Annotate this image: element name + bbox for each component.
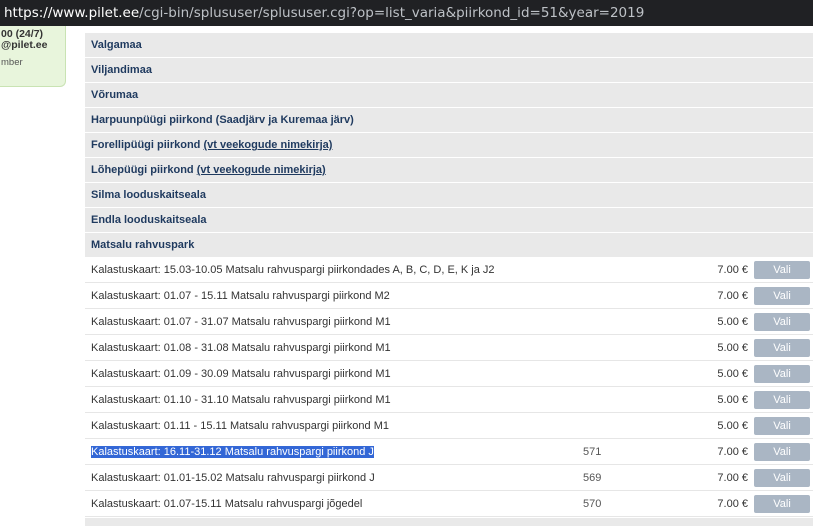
category-label: Viljandimaa <box>91 64 152 76</box>
category-silma[interactable]: Silma looduskaitseala <box>85 183 813 207</box>
permit-price: 5.00 € <box>717 420 748 432</box>
category-label: Lõhepüügi piirkond <box>91 164 197 176</box>
permit-name: Kalastuskaart: 01.08 - 31.08 Matsalu rah… <box>91 342 391 354</box>
contact-email: @pilet.ee <box>1 39 48 51</box>
select-button[interactable]: Vali <box>754 495 810 513</box>
category-endla[interactable]: Endla looduskaitseala <box>85 208 813 232</box>
category-label: Harpuunpüügi piirkond (Saadjärv ja Kurem… <box>91 114 354 126</box>
permit-price: 7.00 € <box>717 472 748 484</box>
select-button[interactable]: Vali <box>754 469 810 487</box>
permit-row: Kalastuskaart: 01.11 - 15.11 Matsalu rah… <box>85 414 813 439</box>
url-host: https://www.pilet.ee <box>4 5 140 21</box>
permit-list: Valgamaa Viljandimaa Võrumaa Harpuunpüüg… <box>85 33 813 526</box>
select-button[interactable]: Vali <box>754 417 810 435</box>
permit-name: Kalastuskaart: 01.10 - 31.10 Matsalu rah… <box>91 394 391 406</box>
select-button[interactable]: Vali <box>754 339 810 357</box>
address-bar[interactable]: https://www.pilet.ee/cgi-bin/splususer/s… <box>0 0 813 26</box>
permit-row: Kalastuskaart: 01.01-15.02 Matsalu rahvu… <box>85 466 813 491</box>
category-valgamaa[interactable]: Valgamaa <box>85 33 813 57</box>
permit-name: Kalastuskaart: 01.07-15.11 Matsalu rahvu… <box>91 498 363 510</box>
category-label: Matsalu rahvuspark <box>91 239 195 251</box>
permit-row: Kalastuskaart: 01.07 - 31.07 Matsalu rah… <box>85 310 813 335</box>
waterbody-list-link[interactable]: (vt veekogude nimekirja) <box>203 139 332 151</box>
permit-name: Kalastuskaart: 15.03-10.05 Matsalu rahvu… <box>91 264 495 276</box>
category-label: Valgamaa <box>91 39 142 51</box>
permit-price: 7.00 € <box>717 290 748 302</box>
category-vorumaa[interactable]: Võrumaa <box>85 83 813 107</box>
permit-code: 570 <box>583 498 602 510</box>
permit-name: Kalastuskaart: 01.09 - 30.09 Matsalu rah… <box>91 368 391 380</box>
list-footer-strip <box>85 518 813 526</box>
category-forellipuugi[interactable]: Forellipüügi piirkond (vt veekogude nime… <box>85 133 813 157</box>
permit-name: Kalastuskaart: 16.11-31.12 Matsalu rahvu… <box>91 446 374 458</box>
contact-info-box: 00 (24/7) @pilet.ee mber <box>0 26 66 87</box>
permit-price: 7.00 € <box>717 264 748 276</box>
permit-row: Kalastuskaart: 01.08 - 31.08 Matsalu rah… <box>85 336 813 361</box>
permit-code: 569 <box>583 472 602 484</box>
permit-row: Kalastuskaart: 01.07-15.11 Matsalu rahvu… <box>85 492 813 517</box>
select-button[interactable]: Vali <box>754 443 810 461</box>
permit-name: Kalastuskaart: 01.07 - 15.11 Matsalu rah… <box>91 290 390 302</box>
permit-price: 7.00 € <box>717 446 748 458</box>
select-button[interactable]: Vali <box>754 391 810 409</box>
category-viljandimaa[interactable]: Viljandimaa <box>85 58 813 82</box>
permit-price: 5.00 € <box>717 342 748 354</box>
category-label: Silma looduskaitseala <box>91 189 206 201</box>
select-button[interactable]: Vali <box>754 261 810 279</box>
permit-price: 7.00 € <box>717 498 748 510</box>
permit-row: Kalastuskaart: 16.11-31.12 Matsalu rahvu… <box>85 440 813 465</box>
permit-code: 571 <box>583 446 602 458</box>
select-button[interactable]: Vali <box>754 287 810 305</box>
category-label: Võrumaa <box>91 89 139 101</box>
url-path: /cgi-bin/splususer/splususer.cgi?op=list… <box>139 5 645 21</box>
permit-row: Kalastuskaart: 15.03-10.05 Matsalu rahvu… <box>85 258 813 283</box>
permit-row: Kalastuskaart: 01.09 - 30.09 Matsalu rah… <box>85 362 813 387</box>
permit-name: Kalastuskaart: 01.11 - 15.11 Matsalu rah… <box>91 420 389 432</box>
category-harpuunpuugi[interactable]: Harpuunpüügi piirkond (Saadjärv ja Kurem… <box>85 108 813 132</box>
select-button[interactable]: Vali <box>754 313 810 331</box>
permit-row: Kalastuskaart: 01.07 - 15.11 Matsalu rah… <box>85 284 813 309</box>
permit-price: 5.00 € <box>717 394 748 406</box>
category-matsalu[interactable]: Matsalu rahvuspark <box>85 233 813 257</box>
permit-name: Kalastuskaart: 01.07 - 31.07 Matsalu rah… <box>91 316 391 328</box>
category-label: Endla looduskaitseala <box>91 214 207 226</box>
permit-name: Kalastuskaart: 01.01-15.02 Matsalu rahvu… <box>91 472 375 484</box>
category-label: Forellipüügi piirkond <box>91 139 204 151</box>
permit-price: 5.00 € <box>717 316 748 328</box>
permit-row: Kalastuskaart: 01.10 - 31.10 Matsalu rah… <box>85 388 813 413</box>
permit-price: 5.00 € <box>717 368 748 380</box>
waterbody-list-link[interactable]: (vt veekogude nimekirja) <box>197 164 326 176</box>
select-button[interactable]: Vali <box>754 365 810 383</box>
category-lohepuugi[interactable]: Lõhepüügi piirkond (vt veekogude nimekir… <box>85 158 813 182</box>
contact-note: mber <box>1 57 23 68</box>
